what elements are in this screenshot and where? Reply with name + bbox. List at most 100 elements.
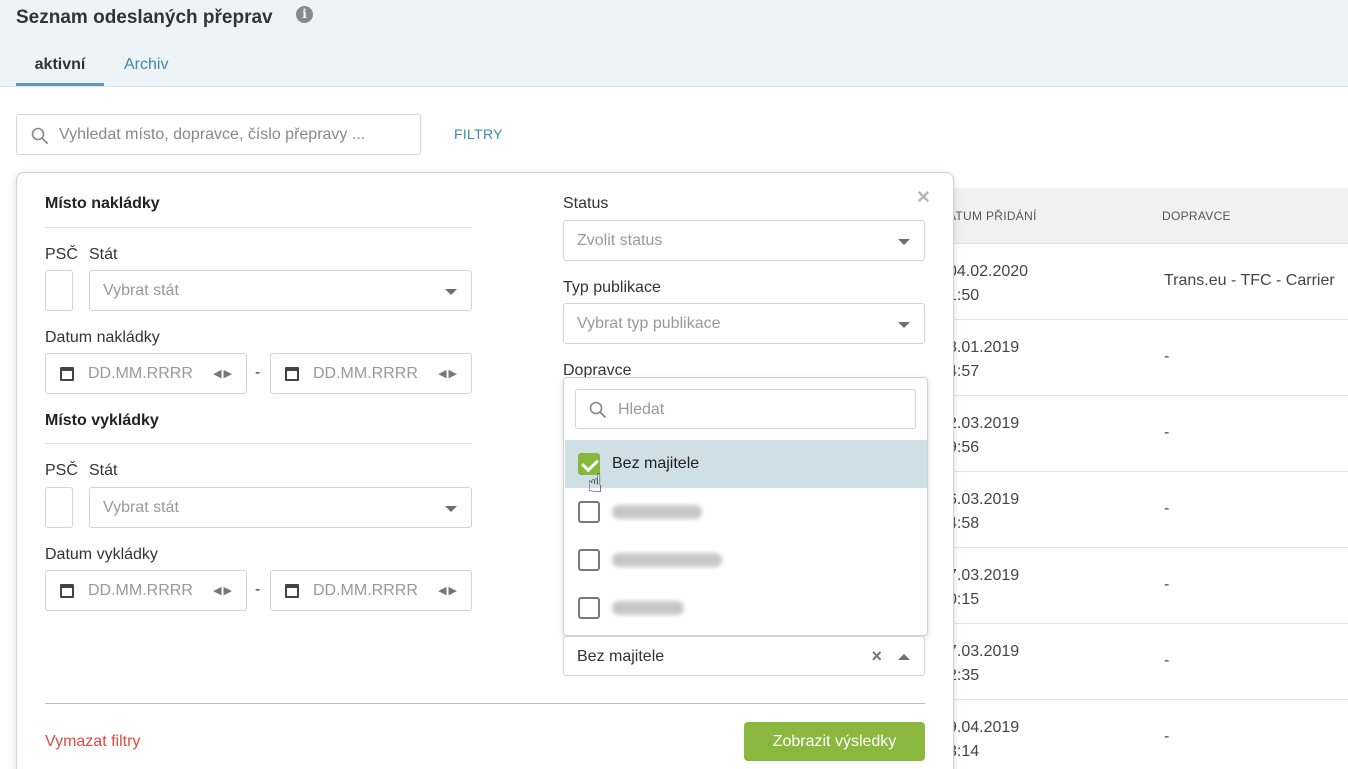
carrier-search-input[interactable] (618, 399, 908, 421)
loading-psc-label: PSČ (45, 246, 78, 263)
date-stepper-icon[interactable]: ◀▶ (438, 584, 459, 597)
loading-country-placeholder: Vybrat stát (103, 282, 179, 299)
date-placeholder: DD.MM.RRRR (313, 365, 418, 382)
publication-type-placeholder: Vybrat typ publikace (577, 315, 721, 332)
table-row[interactable]: 6.03.2019 4:58 - (940, 472, 1348, 548)
checkbox[interactable] (578, 549, 600, 571)
date-separator: - (255, 364, 261, 381)
table-row[interactable]: 2.03.2019 9:56 - (940, 396, 1348, 472)
divider (45, 703, 925, 704)
carrier-option[interactable] (565, 488, 927, 536)
chevron-down-icon (898, 239, 910, 245)
carrier-select[interactable]: Bez majitele × (563, 636, 925, 676)
unloading-country-placeholder: Vybrat stát (103, 499, 179, 516)
calendar-icon (60, 367, 74, 381)
divider (45, 227, 472, 228)
loading-date-from[interactable]: DD.MM.RRRR ◀▶ (45, 353, 247, 394)
cell-date: 2.03.2019 9:56 (948, 415, 1020, 456)
cell-carrier: - (1164, 348, 1170, 365)
blurred-label (612, 505, 702, 519)
loading-psc-input[interactable] (45, 270, 73, 311)
page-header: Seznam odeslaných přeprav i aktivní Arch… (0, 0, 1348, 87)
table-header: ATUM PŘIDÁNÍ DOPRAVCE (940, 188, 1348, 244)
carrier-option-label: Bez majitele (612, 455, 700, 472)
carrier-selected-value: Bez majitele (577, 648, 665, 665)
unloading-country-select[interactable]: Vybrat stát (89, 487, 472, 528)
loading-date-label: Datum nakládky (45, 329, 160, 346)
loading-date-to[interactable]: DD.MM.RRRR ◀▶ (270, 353, 472, 394)
search-input[interactable] (59, 124, 414, 146)
date-separator: - (255, 581, 261, 598)
loading-country-select[interactable]: Vybrat stát (89, 270, 472, 311)
table-row[interactable]: 04.02.2020 1:50 Trans.eu - TFC - Carrier (940, 244, 1348, 320)
divider (45, 443, 472, 444)
cell-date: 04.02.2020 1:50 (948, 263, 1029, 304)
loading-country-label: Stát (89, 246, 118, 263)
carrier-search[interactable] (575, 389, 916, 429)
hand-pointer-icon: ☝ (587, 468, 603, 498)
clear-filters-link[interactable]: Vymazat filtry (45, 733, 140, 751)
page-title: Seznam odeslaných přeprav (16, 7, 273, 28)
close-icon[interactable]: × (917, 184, 930, 210)
date-stepper-icon[interactable]: ◀▶ (213, 367, 234, 380)
unloading-date-label: Datum vykládky (45, 546, 158, 563)
chevron-down-icon (445, 506, 457, 512)
cell-date: 8.01.2019 4:57 (948, 339, 1020, 380)
checkbox[interactable] (578, 597, 600, 619)
date-stepper-icon[interactable]: ◀▶ (438, 367, 459, 380)
publication-type-select[interactable]: Vybrat typ publikace (563, 303, 925, 344)
carrier-option[interactable] (565, 536, 927, 584)
chevron-down-icon (898, 322, 910, 328)
column-header-carrier[interactable]: DOPRAVCE (1162, 209, 1231, 223)
date-placeholder: DD.MM.RRRR (88, 582, 193, 599)
cell-carrier: Trans.eu - TFC - Carrier (1164, 272, 1335, 289)
search-icon (31, 127, 48, 144)
search-icon (589, 401, 606, 418)
unloading-section-title: Místo vykládky (45, 412, 159, 429)
cell-carrier: - (1164, 728, 1170, 745)
status-label: Status (563, 195, 609, 212)
calendar-icon (285, 367, 299, 381)
carrier-option[interactable] (565, 584, 927, 632)
loading-section-title: Místo nakládky (45, 195, 160, 212)
main-search[interactable] (16, 114, 421, 155)
blurred-label (612, 553, 722, 567)
blurred-label (612, 601, 684, 615)
cell-carrier: - (1164, 576, 1170, 593)
date-placeholder: DD.MM.RRRR (313, 582, 418, 599)
cell-carrier: - (1164, 500, 1170, 517)
cell-date: 9.04.2019 3:14 (948, 719, 1020, 760)
status-placeholder: Zvolit status (577, 232, 663, 249)
unloading-date-from[interactable]: DD.MM.RRRR ◀▶ (45, 570, 247, 611)
carrier-dropdown: Bez majitele (563, 377, 928, 636)
show-results-button[interactable]: Zobrazit výsledky (744, 722, 925, 761)
clear-icon[interactable]: × (871, 646, 882, 667)
unloading-psc-input[interactable] (45, 487, 73, 528)
date-stepper-icon[interactable]: ◀▶ (213, 584, 234, 597)
chevron-up-icon (898, 654, 910, 660)
calendar-icon (285, 584, 299, 598)
unloading-psc-label: PSČ (45, 462, 78, 479)
filters-toggle[interactable]: FILTRY (454, 126, 503, 142)
column-header-date[interactable]: ATUM PŘIDÁNÍ (948, 209, 1037, 223)
status-select[interactable]: Zvolit status (563, 220, 925, 261)
unloading-date-to[interactable]: DD.MM.RRRR ◀▶ (270, 570, 472, 611)
cell-date: 7.03.2019 2:35 (948, 643, 1020, 684)
date-placeholder: DD.MM.RRRR (88, 365, 193, 382)
tab-aktivni[interactable]: aktivní (16, 56, 104, 86)
table-row[interactable]: 9.04.2019 3:14 - (940, 700, 1348, 769)
publication-type-label: Typ publikace (563, 279, 661, 296)
table-row[interactable]: 7.03.2019 2:35 - (940, 624, 1348, 700)
checkbox[interactable] (578, 501, 600, 523)
table-row[interactable]: 8.01.2019 4:57 - (940, 320, 1348, 396)
cell-date: 7.03.2019 0:15 (948, 567, 1020, 608)
carrier-option[interactable]: Bez majitele (565, 440, 927, 488)
info-icon[interactable]: i (296, 6, 313, 23)
calendar-icon (60, 584, 74, 598)
chevron-down-icon (445, 289, 457, 295)
cell-carrier: - (1164, 652, 1170, 669)
tab-archiv[interactable]: Archiv (124, 56, 168, 74)
cell-carrier: - (1164, 424, 1170, 441)
table-row[interactable]: 7.03.2019 0:15 - (940, 548, 1348, 624)
unloading-country-label: Stát (89, 462, 118, 479)
